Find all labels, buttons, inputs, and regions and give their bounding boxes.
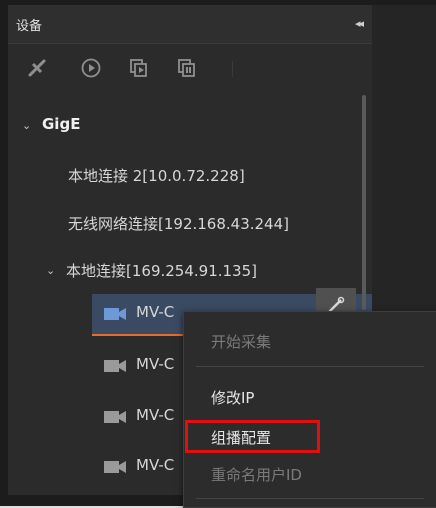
tree-scrollbar[interactable]: [362, 95, 366, 310]
device-label: MV-C: [136, 406, 175, 424]
device-label: MV-C: [136, 355, 175, 373]
panel-title: 设备: [16, 19, 43, 34]
start-grab-icon[interactable]: [124, 54, 154, 82]
connection-label: 无线网络连接[192.168.43.244]: [68, 214, 289, 233]
panel-header: 设备 ◂◂: [8, 5, 372, 44]
play-icon[interactable]: [76, 54, 106, 82]
device-panel: 设备 ◂◂ ⌄ GigE 本地连接 2[10.0.72.228] 无线网络连接[…: [0, 0, 436, 508]
highlight-box: [185, 420, 320, 453]
collapse-icon[interactable]: ◂◂: [355, 17, 364, 30]
toolbar-separator: [232, 61, 233, 77]
stop-grab-icon[interactable]: [172, 54, 202, 82]
group-label: GigE: [42, 115, 81, 133]
device-label: MV-C: [136, 303, 175, 321]
connection-label: 本地连接 2[10.0.72.228]: [68, 166, 245, 185]
menu-item-rename-user-id[interactable]: 重命名用户ID: [211, 464, 302, 485]
tree-connection-1[interactable]: 本地连接 2[10.0.72.228]: [68, 155, 245, 195]
context-menu: 开始采集 修改IP 组播配置 重命名用户ID: [183, 311, 436, 508]
chevron-down-icon[interactable]: ⌄: [22, 119, 31, 132]
menu-item-start-grab[interactable]: 开始采集: [211, 331, 271, 352]
camera-icon: [104, 461, 126, 473]
camera-icon: [104, 308, 126, 320]
disconnect-icon[interactable]: [22, 54, 52, 82]
device-label: MV-C: [136, 456, 175, 474]
connection-label: 本地连接[169.254.91.135]: [66, 262, 257, 280]
menu-separator: [196, 498, 424, 499]
device-toolbar: [8, 44, 372, 96]
menu-separator: [196, 366, 424, 367]
tree-connection-2[interactable]: 无线网络连接[192.168.43.244]: [68, 203, 289, 243]
menu-item-modify-ip[interactable]: 修改IP: [211, 387, 254, 408]
camera-icon: [104, 411, 126, 423]
chevron-down-icon[interactable]: ⌄: [46, 264, 55, 277]
camera-icon: [104, 360, 126, 372]
